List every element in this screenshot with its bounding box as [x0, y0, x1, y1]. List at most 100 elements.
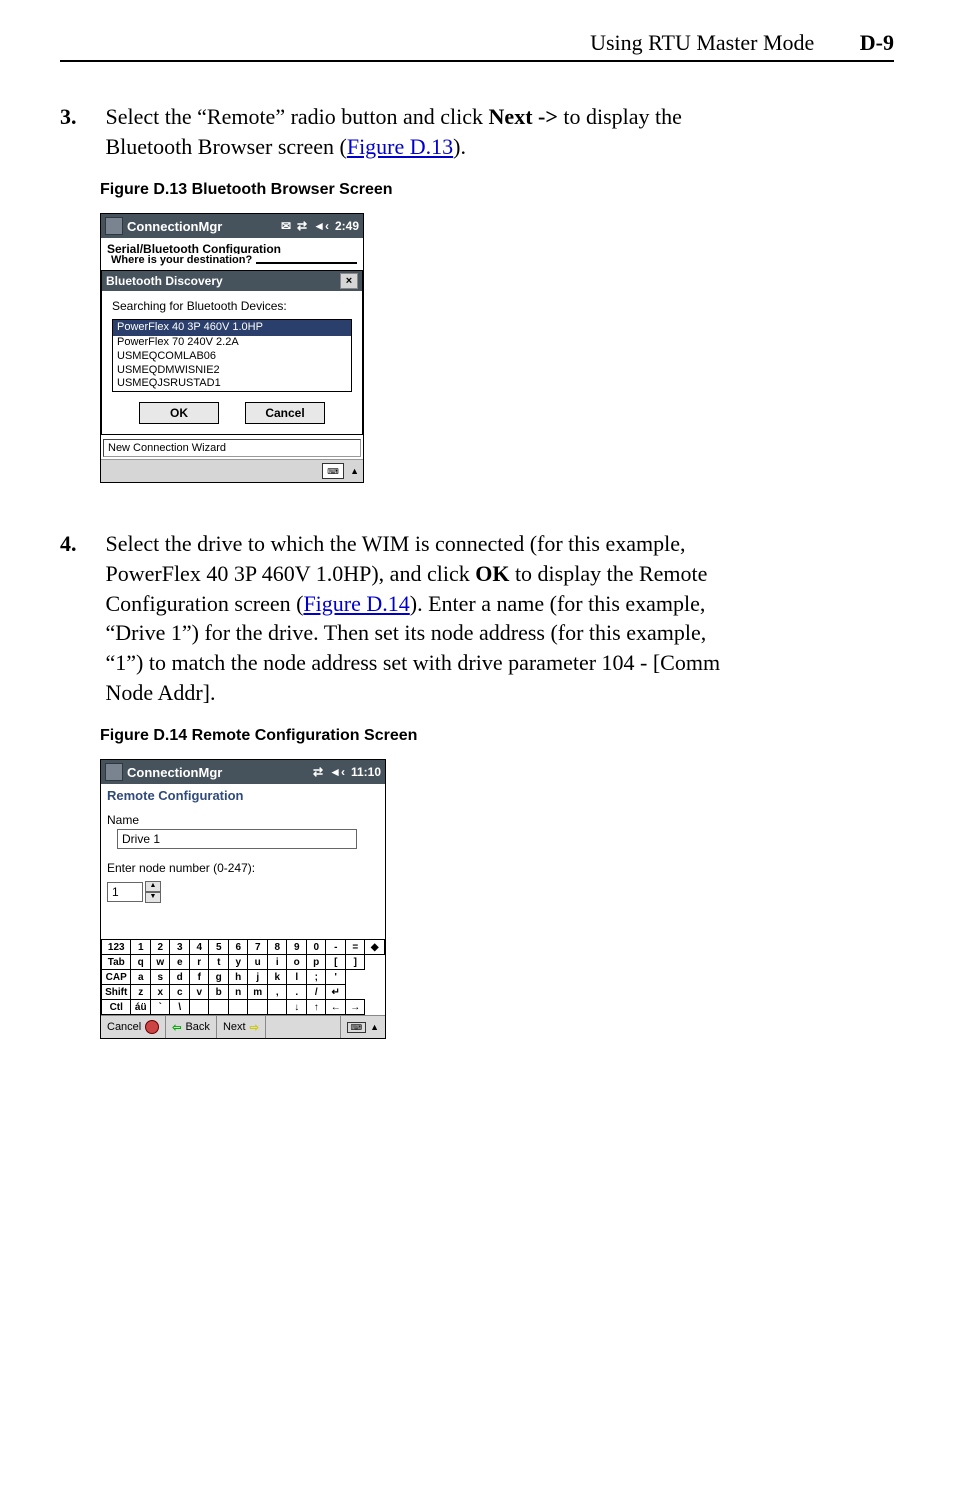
key[interactable]: k [267, 970, 287, 985]
key[interactable]: b [209, 985, 229, 1000]
key[interactable] [267, 1000, 287, 1015]
key[interactable] [228, 1000, 248, 1015]
key[interactable]: e [170, 955, 190, 970]
cancel-button[interactable]: Cancel [101, 1016, 166, 1038]
key[interactable]: q [131, 955, 151, 970]
keyboard-icon[interactable]: ⌨ [347, 1022, 367, 1033]
key[interactable]: 8 [267, 940, 287, 955]
key[interactable]: t [209, 955, 229, 970]
key[interactable]: ] [345, 955, 365, 970]
bt-clock: 2:49 [335, 219, 359, 233]
list-item[interactable]: PowerFlex 40 3P 460V 1.0HP [113, 320, 351, 336]
key[interactable]: Shift [102, 985, 131, 1000]
sound-icon[interactable]: ◄‹ [329, 765, 345, 779]
key[interactable]: y [228, 955, 248, 970]
key[interactable] [248, 1000, 268, 1015]
app-icon [105, 763, 123, 781]
chevron-up-icon[interactable]: ▲ [350, 466, 359, 476]
sound-icon[interactable]: ◄‹ [313, 219, 329, 233]
next-button[interactable]: Next⇨ [217, 1016, 266, 1038]
list-item[interactable]: USMEQCOMLAB06 [113, 350, 351, 364]
key[interactable]: 0 [306, 940, 326, 955]
list-item[interactable]: USMEQJSRUSTAD1 [113, 377, 351, 391]
key[interactable]: 123 [102, 940, 131, 955]
key[interactable] [209, 1000, 229, 1015]
key[interactable]: 3 [170, 940, 190, 955]
list-item[interactable]: PowerFlex 70 240V 2.2A [113, 336, 351, 350]
key[interactable]: / [306, 985, 326, 1000]
spin-down-icon[interactable]: ▼ [145, 892, 161, 903]
key[interactable]: i [267, 955, 287, 970]
key[interactable]: CAP [102, 970, 131, 985]
key[interactable]: z [131, 985, 151, 1000]
bt-search-label: Searching for Bluetooth Devices: [112, 299, 352, 313]
key[interactable]: f [189, 970, 209, 985]
cancel-button[interactable]: Cancel [245, 402, 325, 424]
figure-d14-link[interactable]: Figure D.14 [303, 591, 409, 616]
rc-subtitle: Remote Configuration [101, 784, 385, 807]
key[interactable]: g [209, 970, 229, 985]
key[interactable]: h [228, 970, 248, 985]
key[interactable]: d [170, 970, 190, 985]
key[interactable]: o [287, 955, 307, 970]
sync-icon[interactable]: ⇄ [297, 219, 307, 233]
back-button[interactable]: ⇦Back [166, 1016, 217, 1038]
key[interactable]: w [150, 955, 170, 970]
key[interactable]: = [345, 940, 365, 955]
mail-icon[interactable]: ✉ [281, 219, 291, 233]
key[interactable]: r [189, 955, 209, 970]
bt-device-list[interactable]: PowerFlex 40 3P 460V 1.0HP PowerFlex 70 … [112, 319, 352, 392]
key[interactable]: ` [150, 1000, 170, 1015]
keyboard-icon[interactable]: ⌨ [322, 463, 344, 479]
key[interactable]: , [267, 985, 287, 1000]
key[interactable]: áü [131, 1000, 151, 1015]
key[interactable]: . [287, 985, 307, 1000]
key[interactable]: 1 [131, 940, 151, 955]
key[interactable]: Tab [102, 955, 131, 970]
bluetooth-browser-screenshot: ConnectionMgr ✉ ⇄ ◄‹ 2:49 Serial/Bluetoo… [100, 213, 364, 483]
node-number-input[interactable] [107, 882, 143, 902]
key[interactable]: 7 [248, 940, 268, 955]
key[interactable]: p [306, 955, 326, 970]
key[interactable]: n [228, 985, 248, 1000]
key[interactable] [189, 1000, 209, 1015]
key[interactable]: ' [326, 970, 346, 985]
key[interactable]: l [287, 970, 307, 985]
ok-button[interactable]: OK [139, 402, 219, 424]
sync-icon[interactable]: ⇄ [313, 765, 323, 779]
key[interactable]: 9 [287, 940, 307, 955]
key[interactable]: 5 [209, 940, 229, 955]
key[interactable]: ↑ [306, 1000, 326, 1015]
key[interactable]: c [170, 985, 190, 1000]
key[interactable]: j [248, 970, 268, 985]
key[interactable]: - [326, 940, 346, 955]
key[interactable]: → [345, 1000, 365, 1015]
key[interactable]: s [150, 970, 170, 985]
key[interactable]: m [248, 985, 268, 1000]
remote-config-screenshot: ConnectionMgr ⇄ ◄‹ 11:10 Remote Configur… [100, 759, 386, 1039]
name-input[interactable] [117, 829, 357, 849]
figure-d13-link[interactable]: Figure D.13 [347, 134, 453, 159]
key[interactable]: \ [170, 1000, 190, 1015]
key[interactable]: 6 [228, 940, 248, 955]
step3-text: Select the “Remote” radio button and cli… [106, 104, 489, 129]
key[interactable]: Ctl [102, 1000, 131, 1015]
key[interactable]: a [131, 970, 151, 985]
spin-up-icon[interactable]: ▲ [145, 881, 161, 892]
key[interactable]: ← [326, 1000, 346, 1015]
key[interactable]: v [189, 985, 209, 1000]
key[interactable]: ; [306, 970, 326, 985]
key[interactable]: [ [326, 955, 346, 970]
soft-keyboard[interactable]: 1231234567890-=◆Tabqwertyuiop[]CAPasdfgh… [101, 939, 385, 1015]
key[interactable]: 2 [150, 940, 170, 955]
key[interactable]: 4 [189, 940, 209, 955]
step3-bold: Next -> [489, 104, 558, 129]
key[interactable]: x [150, 985, 170, 1000]
list-item[interactable]: USMEQDMWISNIE2 [113, 364, 351, 378]
key[interactable]: ◆ [365, 940, 385, 955]
rc-clock: 11:10 [351, 765, 381, 779]
key[interactable]: u [248, 955, 268, 970]
key[interactable]: ↓ [287, 1000, 307, 1015]
chevron-up-icon[interactable]: ▲ [370, 1022, 379, 1032]
key[interactable]: ↵ [326, 985, 346, 1000]
